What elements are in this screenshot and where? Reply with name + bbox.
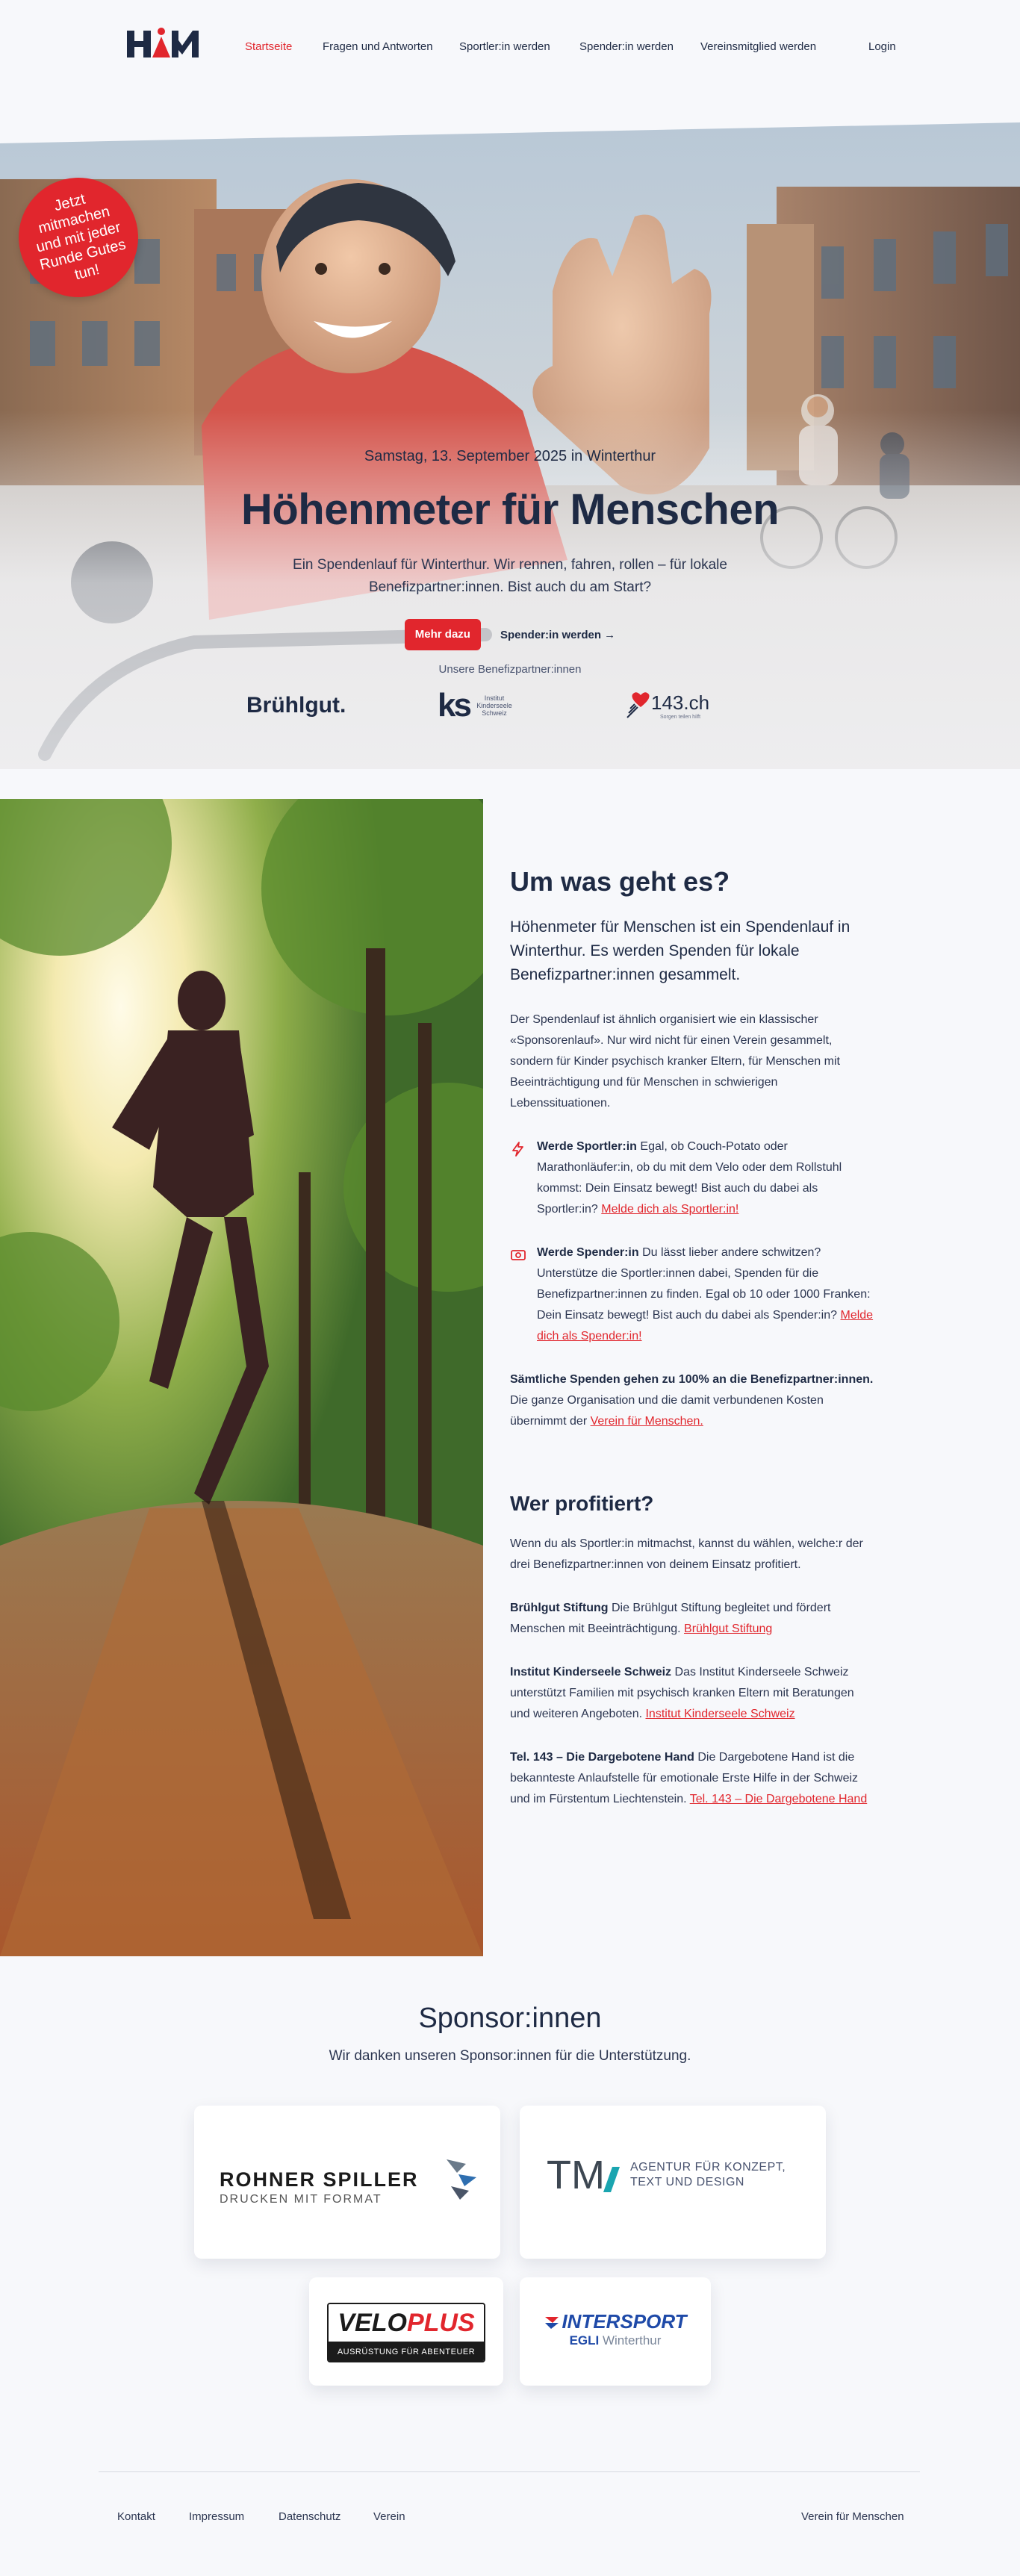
about-section: Um was geht es? Höhenmeter für Menschen … <box>0 799 1020 1956</box>
footer-divider <box>99 2471 920 2472</box>
verein-link[interactable]: Verein für Menschen. <box>591 1415 703 1428</box>
kinderseele-logo[interactable]: ks Institut Kinderseele Schweiz <box>438 685 514 727</box>
nav-item-startseite[interactable]: Startseite <box>245 40 292 53</box>
partner-kinderseele: Institut Kinderseele Schweiz Das Institu… <box>510 1662 876 1725</box>
nav-item-vereinsmitglied[interactable]: Vereinsmitglied werden <box>700 40 816 53</box>
footer-link-kontakt[interactable]: Kontakt <box>117 2510 155 2523</box>
nav-item-spender[interactable]: Spender:in werden <box>579 40 674 53</box>
tm-tagline-line2: TEXT UND DESIGN <box>629 2176 744 2188</box>
tel143-subline: Sorgen teilen hilft <box>659 715 701 720</box>
event-date: Samstag, 13. September 2025 in Winterthu… <box>364 448 656 464</box>
kinderseele-text: Institut Kinderseele Schweiz <box>476 694 512 717</box>
partners-label: Unsere Benefizpartner:innen <box>438 663 582 676</box>
bruehlgut-logo[interactable]: Brühlgut. <box>246 685 346 727</box>
about-lead: Höhenmeter für Menschen ist ein Spendenl… <box>510 918 850 983</box>
footer-link-impressum[interactable]: Impressum <box>189 2510 244 2523</box>
profit-title: Wer profitiert? <box>510 1492 654 1515</box>
hero-lead: Ein Spendenlauf für Winterthur. Wir renn… <box>293 557 727 595</box>
veloplus-velo: VELO <box>338 2309 407 2337</box>
tel143-link[interactable]: Tel. 143 – Die Dargebotene Hand <box>690 1793 868 1805</box>
main-nav: Startseite Fragen und Antworten Sportler… <box>0 40 1020 57</box>
tm-tagline: AGENTUR FÜR KONZEPT, TEXT UND DESIGN <box>630 2160 786 2190</box>
nav-item-login[interactable]: Login <box>868 40 896 53</box>
feature-spender-title: Werde Spender:in <box>537 1246 639 1259</box>
partner-bruehlgut: Brühlgut Stiftung Die Brühlgut Stiftung … <box>510 1598 876 1640</box>
rohner-spiller-tagline: DRUCKEN MIT FORMAT <box>220 2193 382 2206</box>
tm-slash-icon <box>603 2167 620 2192</box>
hero-section: Jetzt mitmachen und mit jeder Runde Gute… <box>0 97 1020 769</box>
partner-logos: Brühlgut. ks Institut Kinderseele Schwei… <box>0 685 1020 727</box>
site-header: Startseite Fragen und Antworten Sportler… <box>0 0 1020 97</box>
become-donor-link[interactable]: Spender:in werden → <box>500 629 615 641</box>
intersport-subline: EGLI Winterthur <box>542 2333 688 2348</box>
about-title: Um was geht es? <box>510 866 730 897</box>
about-image-runner <box>0 799 483 1956</box>
hero-buttons: Mehr dazu Spender:in werden → <box>0 618 1020 651</box>
veloplus-logo: VELOPLUS AUSRÜSTUNG FÜR ABENTEUER <box>327 2303 485 2362</box>
tm-mark: TM <box>547 2153 605 2197</box>
bruehlgut-wordmark: Brühlgut. <box>246 693 346 718</box>
footer-verein-name[interactable]: Verein für Menschen <box>801 2510 904 2523</box>
banknote-icon <box>511 1250 526 1260</box>
intersport-name: INTERSPORT <box>562 2310 687 2333</box>
kinderseele-link[interactable]: Institut Kinderseele Schweiz <box>645 1708 794 1720</box>
feature-sportler-title: Werde Sportler:in <box>537 1140 637 1153</box>
feature-sportler: Werde Sportler:in Egal, ob Couch-Potato … <box>510 1136 876 1220</box>
intersport-mark-icon <box>545 2316 559 2329</box>
tel143-text: 143.ch Sorgen teilen hilft <box>651 691 709 720</box>
intersport-logo: INTERSPORT EGLI Winterthur <box>542 2310 688 2348</box>
profit-intro: Wenn du als Sportler:in mitmachst, kanns… <box>510 1537 863 1571</box>
partner-tel143-name: Tel. 143 – Die Dargebotene Hand <box>510 1751 694 1764</box>
tel143-logo[interactable]: 143.ch Sorgen teilen hilft <box>626 685 709 727</box>
footer-link-verein[interactable]: Verein <box>373 2510 405 2523</box>
sponsor-card-intersport[interactable]: INTERSPORT EGLI Winterthur <box>520 2277 711 2386</box>
partner-bruehlgut-name: Brühlgut Stiftung <box>510 1602 609 1614</box>
more-info-button[interactable]: Mehr dazu <box>404 619 481 650</box>
donations-note-bold: Sämtliche Spenden gehen zu 100% an die B… <box>510 1373 874 1386</box>
kinderseele-mark: ks <box>438 687 472 724</box>
about-body: Der Spendenlauf ist ähnlich organisiert … <box>510 1013 840 1110</box>
rohner-spiller-mark-icon <box>447 2159 476 2200</box>
tel143-heart-icon <box>626 692 650 718</box>
intersport-egli: EGLI <box>569 2333 600 2348</box>
site-footer: Kontakt Impressum Datenschutz Verein Ver… <box>0 2471 1020 2576</box>
bruehlgut-link[interactable]: Brühlgut Stiftung <box>684 1623 772 1635</box>
register-sportler-link[interactable]: Melde dich als Sportler:in! <box>601 1203 738 1216</box>
rohner-spiller-name: ROHNER SPILLER <box>220 2168 419 2191</box>
sponsor-card-tm[interactable]: TM AGENTUR FÜR KONZEPT, TEXT UND DESIGN <box>520 2106 826 2259</box>
sponsors-subtitle: Wir danken unseren Sponsor:innen für die… <box>329 2048 691 2064</box>
rohner-spiller-logo: ROHNER SPILLER DRUCKEN MIT FORMAT <box>220 2168 419 2206</box>
intersport-city: Winterthur <box>599 2333 662 2348</box>
runner-photo <box>0 799 483 1956</box>
veloplus-tagline: AUSRÜSTUNG FÜR ABENTEUER <box>329 2342 484 2361</box>
nav-item-sportler[interactable]: Sportler:in werden <box>459 40 550 53</box>
feature-spender: Werde Spender:in Du lässt lieber andere … <box>510 1242 876 1347</box>
tm-tagline-line1: AGENTUR FÜR KONZEPT, <box>629 2161 786 2174</box>
footer-link-datenschutz[interactable]: Datenschutz <box>279 2510 340 2523</box>
cta-badge-text: Jetzt mitmachen und mit jeder Runde Gute… <box>34 190 128 284</box>
hero-top-slant <box>0 97 1020 143</box>
about-text: Um was geht es? Höhenmeter für Menschen … <box>510 866 876 1810</box>
partner-tel143: Tel. 143 – Die Dargebotene Hand Die Darg… <box>510 1747 876 1810</box>
lightning-icon <box>512 1142 523 1157</box>
sponsors-title: Sponsor:innen <box>418 2003 602 2034</box>
hero-content: Samstag, 13. September 2025 in Winterthu… <box>0 448 1020 727</box>
sponsors-section: Sponsor:innen Wir danken unseren Sponsor… <box>0 1956 1020 2471</box>
hero-title: Höhenmeter für Menschen <box>240 485 780 534</box>
tm-logo: TM AGENTUR FÜR KONZEPT, TEXT UND DESIGN <box>547 2152 786 2198</box>
tel143-wordmark: 143.ch <box>651 691 710 714</box>
veloplus-plus: PLUS <box>406 2309 475 2337</box>
sponsor-card-rohner-spiller[interactable]: ROHNER SPILLER DRUCKEN MIT FORMAT <box>194 2106 500 2259</box>
donations-note: Sämtliche Spenden gehen zu 100% an die B… <box>510 1369 876 1432</box>
partner-kinderseele-name: Institut Kinderseele Schweiz <box>510 1666 672 1679</box>
sponsor-card-veloplus[interactable]: VELOPLUS AUSRÜSTUNG FÜR ABENTEUER <box>309 2277 503 2386</box>
nav-item-faq[interactable]: Fragen und Antworten <box>323 40 433 53</box>
